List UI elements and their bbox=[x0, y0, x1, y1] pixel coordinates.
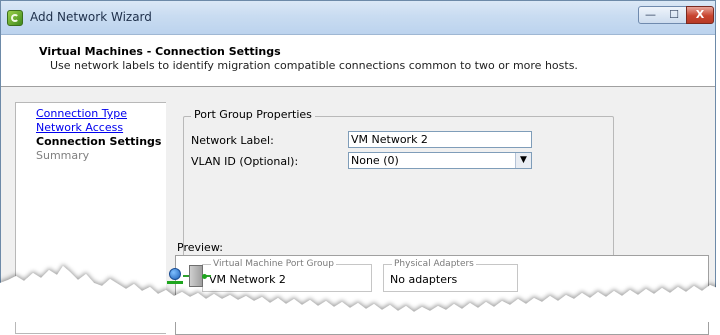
torn-edge-shape bbox=[0, 266, 720, 322]
torn-edge-right-shape bbox=[716, 0, 720, 322]
torn-edge-overlay bbox=[0, 0, 720, 322]
